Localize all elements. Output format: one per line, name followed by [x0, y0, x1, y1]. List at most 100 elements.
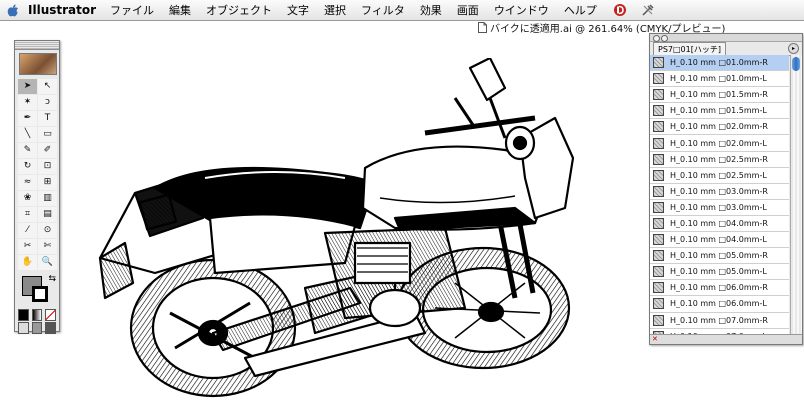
swap-fill-stroke-icon[interactable]: ⇆	[48, 274, 56, 284]
rotate-tool[interactable]: ↻	[18, 159, 37, 174]
swatch-row[interactable]: H_0.10 mm □02.0mm-L	[650, 135, 789, 152]
tab-swatch-library[interactable]: PS7□01[ハッチ]	[653, 42, 726, 55]
swatch-row[interactable]: H_0.10 mm □04.0mm-L	[650, 232, 789, 249]
swatch-name: H_0.10 mm □01.5mm-R	[670, 90, 768, 100]
slice-tool-icon: ✂	[23, 241, 32, 251]
swatch-name: H_0.10 mm □07.0mm-R	[670, 315, 768, 325]
pencil-tool[interactable]: ✐	[38, 143, 57, 158]
swatch-scrollbar[interactable]	[790, 55, 802, 335]
swatch-row[interactable]: H_0.10 mm □07.0mm-R	[650, 312, 789, 329]
panel-collapse-button[interactable]	[661, 35, 668, 42]
hatch-swatch-icon	[653, 73, 664, 85]
scrollbar-thumb[interactable]	[792, 57, 800, 71]
paintbrush-tool[interactable]: ✎	[18, 143, 37, 158]
graph-tool[interactable]: ▥	[38, 191, 57, 206]
swatch-name: H_0.10 mm □02.5mm-R	[670, 154, 768, 164]
none-mode-button[interactable]	[45, 309, 57, 321]
apple-menu-icon[interactable]	[6, 3, 20, 17]
menu-filter[interactable]: フィルタ	[361, 2, 405, 18]
swatch-row[interactable]: H_0.10 mm □05.0mm-L	[650, 264, 789, 281]
rectangle-tool[interactable]: ▭	[38, 127, 57, 142]
menu-screen-mode-button[interactable]	[31, 322, 43, 334]
direct-selection-tool[interactable]: ↖	[38, 79, 57, 94]
swatch-name: H_0.10 mm □06.0mm-R	[670, 283, 768, 293]
mesh-tool[interactable]: ⌗	[18, 207, 37, 222]
scissors-tool[interactable]: ✄	[38, 239, 57, 254]
magic-wand-tool[interactable]: ✶	[18, 95, 37, 110]
lasso-tool[interactable]: ↄ	[38, 95, 57, 110]
hatch-swatch-icon	[653, 169, 664, 181]
blend-tool-icon: ⊙	[43, 225, 52, 235]
panel-close-button[interactable]	[653, 35, 660, 42]
swatch-name: H_0.10 mm □01.5mm-L	[670, 106, 767, 116]
gradient-tool[interactable]: ▤	[38, 207, 57, 222]
menu-view[interactable]: 画面	[457, 2, 479, 18]
swatch-row[interactable]: H_0.10 mm □05.0mm-R	[650, 248, 789, 265]
type-tool[interactable]: T	[38, 111, 57, 126]
zoom-tool[interactable]: 🔍	[38, 255, 57, 270]
menu-select[interactable]: 選択	[324, 2, 346, 18]
symbol-sprayer-tool[interactable]: ❀	[18, 191, 37, 206]
tool-palette-titlebar[interactable]	[15, 41, 59, 50]
swatch-row[interactable]: H_0.10 mm □06.0mm-L	[650, 296, 789, 313]
swatch-row[interactable]: H_0.10 mm □06.0mm-R	[650, 280, 789, 297]
menu-app-name[interactable]: Illustrator	[28, 3, 96, 17]
swatch-name: H_0.10 mm □02.0mm-R	[670, 122, 768, 132]
hatch-swatch-icon	[653, 314, 664, 326]
menu-file[interactable]: ファイル	[110, 2, 154, 18]
selection-tool[interactable]: ➤	[18, 79, 37, 94]
magic-wand-tool-icon: ✶	[23, 97, 32, 107]
gradient-mode-button[interactable]	[31, 309, 43, 321]
menu-edit[interactable]: 編集	[169, 2, 191, 18]
swatch-row[interactable]: H_0.10 mm □01.5mm-R	[650, 87, 789, 104]
swatch-list: H_0.10 mm □01.0mm-R H_0.10 mm □01.0mm-L H_…	[650, 55, 789, 344]
graph-tool-icon: ▥	[43, 193, 52, 203]
menu-effect[interactable]: 効果	[420, 2, 442, 18]
scale-tool[interactable]: ⊡	[38, 159, 57, 174]
menu-window[interactable]: ウインドウ	[494, 2, 549, 18]
stroke-swatch[interactable]	[32, 286, 48, 302]
swatch-name: H_0.10 mm □03.0mm-R	[670, 186, 768, 196]
illustrator-logo[interactable]	[19, 53, 57, 75]
hand-tool[interactable]: ✋	[18, 255, 37, 270]
script-menu-icon[interactable]	[612, 2, 628, 18]
line-tool[interactable]: ╲	[18, 127, 37, 142]
menu-help[interactable]: ヘルプ	[564, 2, 597, 18]
scale-tool-icon: ⊡	[43, 161, 52, 171]
swatch-row[interactable]: H_0.10 mm □03.0mm-R	[650, 183, 789, 200]
standard-screen-mode-button[interactable]	[18, 322, 29, 334]
panel-menu-icon[interactable]: ▸	[788, 43, 799, 54]
artwork-canvas[interactable]	[95, 58, 580, 408]
screen-mode-row	[18, 322, 57, 334]
pen-tool[interactable]: ✒	[18, 111, 37, 126]
tools-menu-icon[interactable]	[640, 2, 656, 18]
swatch-name: H_0.10 mm □01.0mm-L	[670, 74, 767, 84]
delete-swatch-icon[interactable]: ✕	[652, 335, 658, 343]
swatch-row[interactable]: H_0.10 mm □02.5mm-R	[650, 151, 789, 168]
selection-tool-icon: ➤	[23, 81, 32, 91]
swatch-row[interactable]: H_0.10 mm □01.0mm-R	[650, 55, 789, 72]
free-transform-tool[interactable]: ⊞	[38, 175, 57, 190]
swatch-row[interactable]: H_0.10 mm □01.5mm-L	[650, 103, 789, 120]
eyedropper-tool[interactable]: ⁄	[18, 223, 37, 238]
hatch-swatch-icon	[653, 250, 664, 262]
blend-tool[interactable]: ⊙	[38, 223, 57, 238]
menu-type[interactable]: 文字	[287, 2, 309, 18]
swatch-panel-titlebar[interactable]	[650, 34, 802, 42]
swatch-panel-tabs: PS7□01[ハッチ] ▸	[650, 42, 802, 56]
swatch-row[interactable]: H_0.10 mm □02.0mm-R	[650, 119, 789, 136]
hatch-swatch-icon	[653, 201, 664, 213]
slice-tool[interactable]: ✂	[18, 239, 37, 254]
swatch-row[interactable]: H_0.10 mm □01.0mm-L	[650, 71, 789, 88]
swatch-name: H_0.10 mm □05.0mm-L	[670, 267, 767, 277]
warp-tool[interactable]: ≈	[18, 175, 37, 190]
swatch-row[interactable]: H_0.10 mm □02.5mm-L	[650, 167, 789, 184]
full-screen-mode-button[interactable]	[45, 322, 57, 334]
menu-object[interactable]: オブジェクト	[206, 2, 272, 18]
type-tool-icon: T	[44, 113, 51, 123]
hatch-swatch-icon	[653, 234, 664, 246]
color-mode-button[interactable]	[18, 309, 29, 321]
document-title: バイクに透適用.ai @ 261.64% (CMYK/プレビュー)	[478, 20, 725, 35]
swatch-row[interactable]: H_0.10 mm □04.0mm-R	[650, 215, 789, 233]
swatch-row[interactable]: H_0.10 mm □03.0mm-L	[650, 199, 789, 216]
